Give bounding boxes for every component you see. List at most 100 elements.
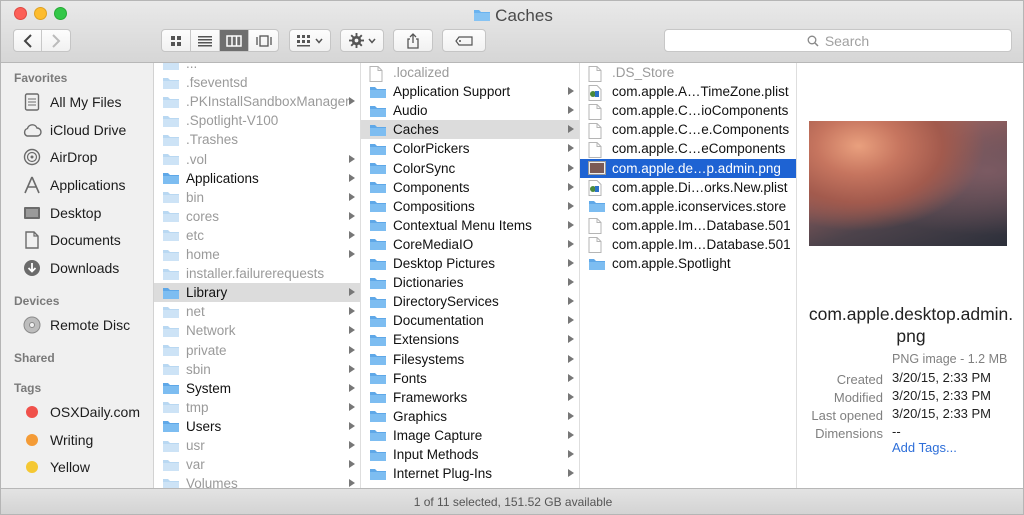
file-row[interactable]: tmp <box>154 398 360 417</box>
search-field[interactable]: Search <box>664 29 1012 52</box>
file-row[interactable]: Extensions <box>361 330 579 349</box>
file-row[interactable]: Graphics <box>361 407 579 426</box>
column-view-button[interactable] <box>220 30 249 51</box>
preview-dimensions-value: -- <box>892 424 901 439</box>
file-row[interactable]: .fseventsd <box>154 73 360 92</box>
back-button[interactable] <box>14 30 42 51</box>
file-name: com.apple.C…ioComponents <box>612 103 789 119</box>
file-row[interactable]: .PKInstallSandboxManager <box>154 92 360 111</box>
file-name: Library <box>186 285 228 301</box>
file-row[interactable]: Users <box>154 417 360 436</box>
file-row[interactable]: home <box>154 245 360 264</box>
sidebar-item-icloud-drive[interactable]: iCloud Drive <box>22 120 126 140</box>
sidebar-item-airdrop[interactable]: AirDrop <box>22 147 97 167</box>
file-name: Image Capture <box>393 427 483 443</box>
sidebar-item-tag-writing[interactable]: Writing <box>22 430 93 450</box>
file-name: private <box>186 342 227 358</box>
file-row[interactable]: Network <box>154 321 360 340</box>
file-row[interactable]: com.apple.C…e.Components <box>580 120 796 139</box>
file-row[interactable]: Caches <box>361 120 579 140</box>
disclosure-arrow-icon <box>349 326 355 335</box>
sidebar-item-documents[interactable]: Documents <box>22 230 121 250</box>
file-row[interactable]: installer.failurerequests <box>154 264 360 283</box>
sidebar-item-downloads[interactable]: Downloads <box>22 258 119 278</box>
file-row[interactable]: Compositions <box>361 197 579 216</box>
file-row[interactable]: cores <box>154 207 360 226</box>
file-name: Volumes <box>186 476 238 488</box>
file-row[interactable]: Documentation <box>361 311 579 330</box>
sidebar-item-desktop[interactable]: Desktop <box>22 203 101 223</box>
list-view-button[interactable] <box>191 30 220 51</box>
file-name: Applications <box>186 170 259 186</box>
cover-flow-button[interactable] <box>249 30 278 51</box>
file-row[interactable]: Fonts <box>361 369 579 388</box>
action-button[interactable] <box>340 29 384 52</box>
file-row[interactable]: Volumes <box>154 474 360 488</box>
add-tags-link[interactable]: Add Tags... <box>892 440 957 455</box>
file-row[interactable]: ColorSync <box>361 159 579 178</box>
chevron-down-icon <box>367 38 376 44</box>
sidebar-item-all-my-files[interactable]: All My Files <box>22 92 122 112</box>
sidebar-item-remote-disc[interactable]: Remote Disc <box>22 315 130 335</box>
file-row[interactable]: Library <box>154 283 360 303</box>
file-row[interactable]: ... <box>154 63 360 73</box>
file-row[interactable]: .DS_Store <box>580 63 796 82</box>
file-row[interactable]: Frameworks <box>361 388 579 407</box>
file-row[interactable]: System <box>154 379 360 398</box>
sidebar-item-tag-osxdaily[interactable]: OSXDaily.com <box>22 402 140 422</box>
file-row[interactable]: CoreMediaIO <box>361 235 579 254</box>
document-icon <box>588 103 606 120</box>
disclosure-arrow-icon <box>568 220 574 229</box>
folder-icon <box>369 276 387 290</box>
tags-button[interactable] <box>442 29 486 52</box>
file-row[interactable]: Input Methods <box>361 445 579 464</box>
file-row[interactable]: .Trashes <box>154 130 360 149</box>
icon-view-button[interactable] <box>162 30 191 51</box>
desktop-icon <box>22 204 42 222</box>
file-row[interactable]: Filesystems <box>361 350 579 369</box>
file-row[interactable]: Audio <box>361 101 579 120</box>
file-row[interactable]: Dictionaries <box>361 273 579 292</box>
file-row[interactable]: .localized <box>361 63 579 82</box>
file-row[interactable]: com.apple.de…p.admin.png <box>580 158 796 178</box>
file-row[interactable]: Image Capture <box>361 426 579 445</box>
file-row[interactable]: net <box>154 302 360 321</box>
file-row[interactable]: com.apple.Im…Database.501 <box>580 235 796 254</box>
folder-icon <box>369 371 387 385</box>
file-row[interactable]: Internet Plug-Ins <box>361 464 579 483</box>
file-row[interactable]: Components <box>361 178 579 197</box>
share-button[interactable] <box>393 29 433 52</box>
tag-icon <box>455 35 473 46</box>
forward-button[interactable] <box>42 30 70 51</box>
file-row[interactable]: com.apple.Spotlight <box>580 254 796 273</box>
folder-icon <box>162 152 180 166</box>
plist-file-icon <box>588 84 606 101</box>
arrange-button[interactable] <box>289 29 331 52</box>
file-row[interactable]: Applications <box>154 169 360 188</box>
file-row[interactable]: com.apple.iconservices.store <box>580 197 796 216</box>
file-row[interactable]: com.apple.C…ioComponents <box>580 101 796 120</box>
sidebar-item-tag-yellow[interactable]: Yellow <box>22 457 90 477</box>
folder-icon <box>588 257 606 271</box>
file-row[interactable]: com.apple.Di…orks.New.plist <box>580 178 796 197</box>
file-row[interactable]: private <box>154 341 360 360</box>
folder-icon <box>369 295 387 309</box>
file-row[interactable]: Application Support <box>361 82 579 101</box>
file-row[interactable]: usr <box>154 436 360 455</box>
file-row[interactable]: bin <box>154 188 360 207</box>
sidebar-item-applications[interactable]: Applications <box>22 175 126 195</box>
file-row[interactable]: com.apple.C…eComponents <box>580 139 796 158</box>
file-row[interactable]: DirectoryServices <box>361 292 579 311</box>
file-row[interactable]: var <box>154 455 360 474</box>
file-row[interactable]: .Spotlight-V100 <box>154 111 360 130</box>
file-row[interactable]: etc <box>154 226 360 245</box>
file-row[interactable]: com.apple.Im…Database.501 <box>580 216 796 235</box>
file-row[interactable]: sbin <box>154 360 360 379</box>
file-row[interactable]: .vol <box>154 150 360 169</box>
file-row[interactable]: ColorPickers <box>361 139 579 158</box>
file-name: home <box>186 247 220 262</box>
file-name: .Spotlight-V100 <box>186 113 279 129</box>
file-row[interactable]: Desktop Pictures <box>361 254 579 273</box>
file-row[interactable]: com.apple.A…TimeZone.plist <box>580 82 796 101</box>
file-row[interactable]: Contextual Menu Items <box>361 216 579 235</box>
